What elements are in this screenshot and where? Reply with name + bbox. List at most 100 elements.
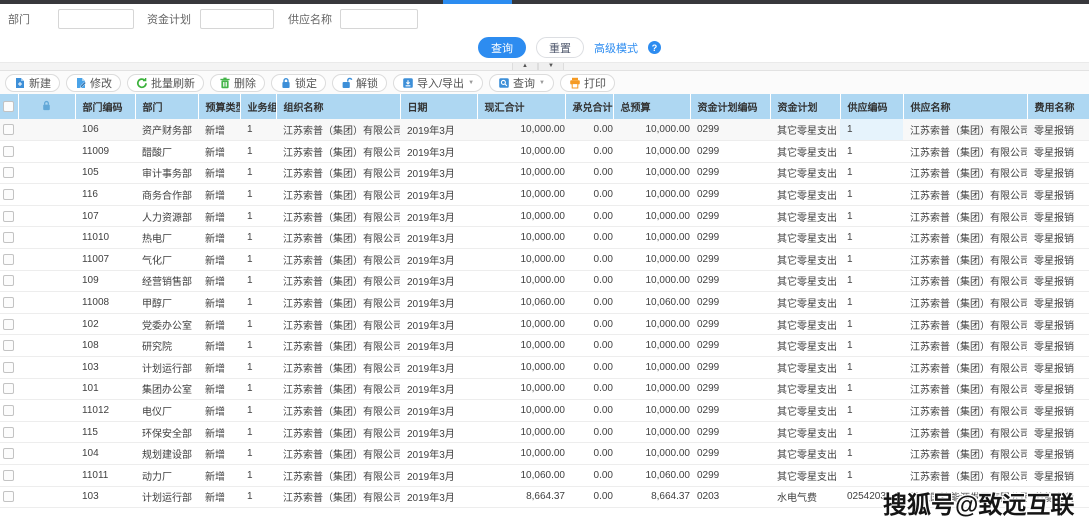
cell-budget_type[interactable]: 新增 <box>198 119 240 142</box>
cell-dept[interactable]: 热电厂 <box>135 226 198 250</box>
cell-total_budget[interactable]: 10,000.00 <box>613 205 690 228</box>
table-row[interactable]: 11007 气化厂 新增 1 江苏索普（集团）有限公司 2019年3月 10,000.00 0… <box>0 248 1089 271</box>
cell-dept_code[interactable]: 101 <box>75 378 135 401</box>
cell-dept_code[interactable]: 106 <box>75 119 135 142</box>
cell-budget_type[interactable]: 新增 <box>198 248 240 271</box>
cell-biz_org_code[interactable]: 1 <box>240 399 276 422</box>
supplier-name-filter-input[interactable] <box>340 8 418 29</box>
delete-button[interactable]: 删除 <box>210 73 265 92</box>
help-icon[interactable]: ? <box>648 41 661 54</box>
cell-plan[interactable]: 其它零星支出 <box>770 464 840 487</box>
cell-plan[interactable]: 其它零星支出 <box>770 442 840 465</box>
table-row[interactable]: 105 审计事务部 新增 1 江苏索普（集团）有限公司 2019年3月 10,000.00 0… <box>0 162 1089 185</box>
cell-budget_type[interactable]: 新增 <box>198 378 240 401</box>
cell-dept_code[interactable]: 11009 <box>75 140 135 163</box>
cell-biz_org_code[interactable]: 1 <box>240 442 276 465</box>
cell-total_budget[interactable]: 10,000.00 <box>613 421 690 444</box>
cell-cash_total[interactable]: 10,060.00 <box>477 291 565 314</box>
row-checkbox[interactable] <box>3 123 14 135</box>
cell-dept_code[interactable]: 11008 <box>75 291 135 314</box>
cell-dept[interactable]: 计划运行部 <box>135 356 198 379</box>
cell-org_name[interactable]: 江苏索普（集团）有限公司 <box>276 205 400 228</box>
cell-date[interactable]: 2019年3月 <box>400 183 477 206</box>
cell-org_name[interactable]: 江苏索普（集团）有限公司 <box>276 248 400 271</box>
cell-dept[interactable]: 资产财务部 <box>135 119 198 142</box>
cell-supplier_code[interactable]: 1 <box>840 205 903 228</box>
cell-plan_code[interactable]: 0299 <box>690 313 770 336</box>
cell-cash_total[interactable]: 10,060.00 <box>477 464 565 487</box>
cell-dept[interactable]: 计划运行部 <box>135 486 198 509</box>
cell-supplier_code[interactable]: 1 <box>840 356 903 379</box>
cell-org_name[interactable]: 江苏索普（集团）有限公司 <box>276 270 400 293</box>
cell-date[interactable]: 2019年3月 <box>400 270 477 293</box>
cell-dept_code[interactable]: 103 <box>75 356 135 379</box>
row-checkbox[interactable] <box>3 275 14 287</box>
cell-cash_total[interactable]: 10,000.00 <box>477 162 565 185</box>
cell-budget_type[interactable]: 新增 <box>198 442 240 465</box>
column-header-accept_total[interactable]: 承兑合计 <box>565 94 614 119</box>
unlock-button[interactable]: 解锁 <box>332 73 387 92</box>
cell-total_budget[interactable]: 10,000.00 <box>613 248 690 271</box>
table-row[interactable]: 11010 热电厂 新增 1 江苏索普（集团）有限公司 2019年3月 10,000.00 0… <box>0 226 1089 250</box>
cell-org_name[interactable]: 江苏索普（集团）有限公司 <box>276 399 400 422</box>
cell-dept[interactable]: 党委办公室 <box>135 313 198 336</box>
collapse-down-icon[interactable]: ▼ <box>538 63 564 70</box>
row-checkbox[interactable] <box>3 145 14 157</box>
batch-refresh-button[interactable]: 批量刷新 <box>127 73 204 92</box>
cell-org_name[interactable]: 江苏索普（集团）有限公司 <box>276 356 400 379</box>
query-button[interactable]: 查询 <box>478 37 526 58</box>
cell-supplier_name[interactable]: 江苏索普（集团）有限公司 <box>903 205 1027 228</box>
cell-expense[interactable]: 零星报销 <box>1027 140 1089 163</box>
cell-org_name[interactable]: 江苏索普（集团）有限公司 <box>276 442 400 465</box>
cell-plan_code[interactable]: 0299 <box>690 421 770 444</box>
cell-expense[interactable]: 零星报销 <box>1027 183 1089 206</box>
cell-budget_type[interactable]: 新增 <box>198 313 240 336</box>
cell-supplier_code[interactable]: 1 <box>840 270 903 293</box>
cell-total_budget[interactable]: 10,000.00 <box>613 378 690 401</box>
cell-supplier_code[interactable]: 1 <box>840 313 903 336</box>
table-row[interactable]: 116 商务合作部 新增 1 江苏索普（集团）有限公司 2019年3月 10,000.00 0… <box>0 183 1089 206</box>
query-menu-button[interactable]: 查询 ▼ <box>489 73 554 92</box>
cell-supplier_name[interactable]: 江苏索普（集团）有限公司 <box>903 356 1027 379</box>
cell-accept_total[interactable]: 0.00 <box>565 313 613 336</box>
cell-plan_code[interactable]: 0299 <box>690 291 770 314</box>
cell-cash_total[interactable]: 10,000.00 <box>477 226 565 250</box>
cell-supplier_code[interactable]: 1 <box>840 226 903 250</box>
cell-budget_type[interactable]: 新增 <box>198 334 240 358</box>
cell-plan_code[interactable]: 0299 <box>690 442 770 465</box>
column-header-cash_total[interactable]: 现汇合计 <box>477 94 566 119</box>
cell-total_budget[interactable]: 10,060.00 <box>613 291 690 314</box>
cell-expense[interactable]: 零星报销 <box>1027 334 1089 358</box>
cell-expense[interactable]: 零星报销 <box>1027 399 1089 422</box>
cell-expense[interactable]: 零星报销 <box>1027 313 1089 336</box>
cell-accept_total[interactable]: 0.00 <box>565 356 613 379</box>
cell-biz_org_code[interactable]: 1 <box>240 464 276 487</box>
cell-supplier_name[interactable]: 江苏索普（集团）有限公司 <box>903 183 1027 206</box>
cell-supplier_name[interactable]: 江苏索普（集团）有限公司 <box>903 140 1027 163</box>
cell-dept[interactable]: 气化厂 <box>135 248 198 271</box>
row-checkbox[interactable] <box>3 448 14 460</box>
cell-cash_total[interactable]: 10,000.00 <box>477 421 565 444</box>
cell-dept_code[interactable]: 109 <box>75 270 135 293</box>
cell-date[interactable]: 2019年3月 <box>400 486 477 509</box>
cell-org_name[interactable]: 江苏索普（集团）有限公司 <box>276 313 400 336</box>
cell-biz_org_code[interactable]: 1 <box>240 270 276 293</box>
cell-dept[interactable]: 醋酸厂 <box>135 140 198 163</box>
cell-supplier_name[interactable]: 江苏索普（集团）有限公司 <box>903 442 1027 465</box>
cell-supplier_code[interactable]: 1 <box>840 183 903 206</box>
cell-plan_code[interactable]: 0299 <box>690 356 770 379</box>
cell-biz_org_code[interactable]: 1 <box>240 119 276 142</box>
cell-plan[interactable]: 其它零星支出 <box>770 421 840 444</box>
cell-budget_type[interactable]: 新增 <box>198 421 240 444</box>
cell-accept_total[interactable]: 0.00 <box>565 162 613 185</box>
cell-expense[interactable]: 零星报销 <box>1027 464 1089 487</box>
cell-dept_code[interactable]: 116 <box>75 183 135 206</box>
cell-biz_org_code[interactable]: 1 <box>240 226 276 250</box>
column-header-plan_code[interactable]: 资金计划编码 <box>690 94 771 119</box>
row-checkbox[interactable] <box>3 167 14 179</box>
cell-date[interactable]: 2019年3月 <box>400 378 477 401</box>
row-checkbox[interactable] <box>3 318 14 330</box>
lock-column-header[interactable] <box>18 94 76 119</box>
cell-dept[interactable]: 动力厂 <box>135 464 198 487</box>
cell-dept[interactable]: 规划建设部 <box>135 442 198 465</box>
